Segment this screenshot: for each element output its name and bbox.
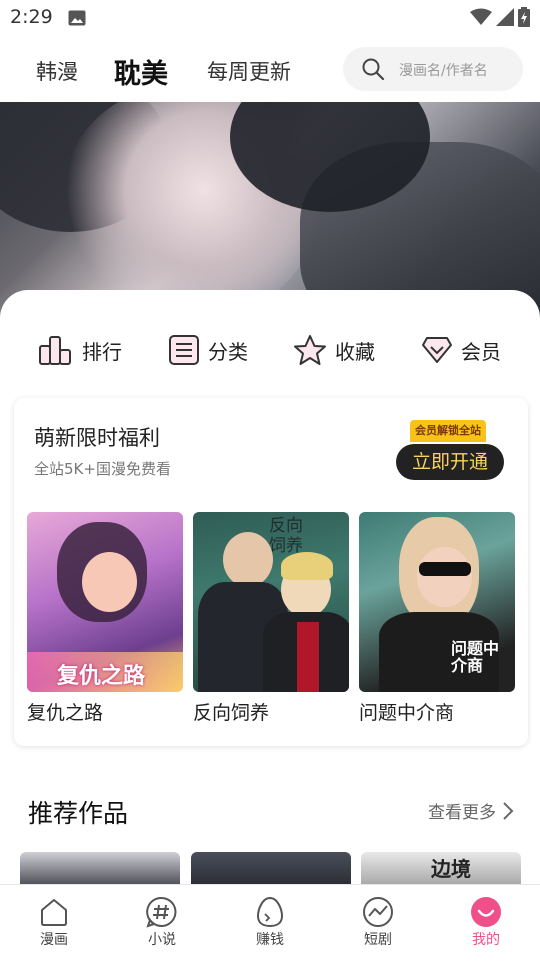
search-placeholder: 漫画名/作者名 <box>399 63 488 79</box>
comic-card-1[interactable]: 复仇之路 复仇之路 <box>27 512 183 725</box>
quick-nav-vip-label: 会员 <box>461 339 501 364</box>
quick-nav-favorites-label: 收藏 <box>335 339 375 364</box>
comic-title: 反向饲养 <box>193 702 270 724</box>
home-icon <box>41 899 67 926</box>
bottom-nav-comics-label: 漫画 <box>40 932 68 948</box>
bottom-nav-novels-label: 小说 <box>148 932 176 948</box>
view-more-link[interactable]: 查看更多 <box>428 798 514 823</box>
recommend-item-cover-title: 边境 <box>431 857 471 881</box>
comic-cover: 复仇之路 <box>27 512 183 692</box>
comic-cover: 问题中介商 <box>359 512 515 692</box>
search-input[interactable]: 漫画名/作者名 <box>343 47 523 91</box>
quick-nav: 排行 分类 收藏 会员 <box>0 330 540 370</box>
promo-card: 萌新限时福利 全站5K+国漫免费看 会员解锁全站 立即开通 复仇之路 复仇之路 … <box>14 398 528 746</box>
recommend-strip: 边境 <box>20 852 540 884</box>
comic-cover-title: 反向饲养 <box>269 516 303 556</box>
vip-diamond-icon <box>422 337 452 363</box>
tab-korean[interactable]: 韩漫 <box>36 56 78 86</box>
comic-cover: 反向饲养 <box>193 512 349 692</box>
status-time: 2:29 <box>10 6 53 28</box>
egg-icon <box>257 896 283 928</box>
category-icon <box>169 335 199 365</box>
recommend-title: 推荐作品 <box>28 799 129 828</box>
tab-danmei[interactable]: 耽美 <box>114 52 168 91</box>
wifi-icon <box>470 8 492 25</box>
signal-icon <box>496 8 514 26</box>
bottom-nav-earn[interactable]: 赚钱 <box>230 895 310 949</box>
recommend-item[interactable]: 边境 <box>361 852 521 884</box>
search-icon <box>362 58 385 81</box>
tab-weekly-update[interactable]: 每周更新 <box>207 56 291 86</box>
promo-subtitle: 全站5K+国漫免费看 <box>34 460 171 478</box>
comic-title: 问题中介商 <box>359 702 455 724</box>
quick-nav-favorites[interactable]: 收藏 <box>293 330 375 370</box>
recommend-item[interactable] <box>191 852 351 884</box>
image-notification-icon <box>68 10 86 26</box>
comic-cover-title: 复仇之路 <box>57 664 146 689</box>
bottom-nav-profile-label: 我的 <box>472 932 500 948</box>
status-bar: 2:29 <box>0 0 540 36</box>
quick-nav-category-label: 分类 <box>208 339 248 364</box>
activate-vip-button[interactable]: 立即开通 <box>396 444 504 480</box>
ranking-icon <box>39 336 71 365</box>
battery-icon <box>518 7 530 27</box>
bottom-nav-short-drama-label: 短剧 <box>364 932 392 948</box>
bottom-nav: 漫画 小说 赚钱 短剧 我的 <box>0 884 540 961</box>
hero-banner[interactable] <box>0 102 540 317</box>
quick-nav-category[interactable]: 分类 <box>168 330 248 370</box>
top-nav: 韩漫 耽美 每周更新 漫画名/作者名 <box>0 40 540 100</box>
bottom-nav-novels[interactable]: 小说 <box>122 895 202 949</box>
bottom-nav-earn-label: 赚钱 <box>256 932 284 948</box>
recommend-item[interactable] <box>20 852 180 884</box>
comic-card-3[interactable]: 问题中介商 问题中介商 <box>359 512 515 725</box>
chevron-right-icon <box>503 801 514 820</box>
comic-card-2[interactable]: 反向饲养 反向饲养 <box>193 512 349 725</box>
star-icon <box>294 335 326 365</box>
comic-cover-title: 问题中介商 <box>451 639 500 675</box>
promo-title: 萌新限时福利 <box>34 426 160 450</box>
view-more-label: 查看更多 <box>428 803 496 823</box>
quick-nav-ranking-label: 排行 <box>82 339 122 364</box>
promo-badge: 会员解锁全站 <box>410 420 486 442</box>
bottom-nav-short-drama[interactable]: 短剧 <box>338 895 418 949</box>
status-right <box>470 7 530 27</box>
quick-nav-vip[interactable]: 会员 <box>421 330 501 370</box>
comic-title: 复仇之路 <box>27 702 104 724</box>
quick-nav-ranking[interactable]: 排行 <box>38 330 122 370</box>
hashtag-icon <box>146 896 177 928</box>
trend-icon <box>363 897 393 927</box>
bottom-nav-comics[interactable]: 漫画 <box>14 895 94 949</box>
bottom-nav-profile[interactable]: 我的 <box>446 895 526 949</box>
smile-icon <box>471 897 501 927</box>
